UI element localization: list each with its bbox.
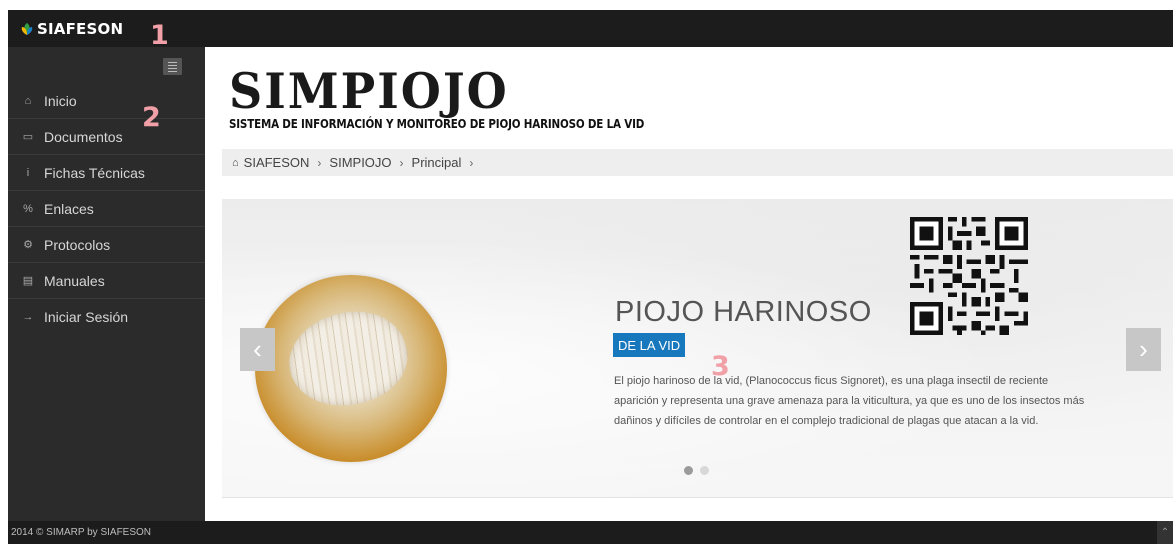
sidebar: ⌂ Inicio ▭ Documentos i Fichas Técnicas … [8, 47, 205, 521]
sidebar-item-enlaces[interactable]: % Enlaces [8, 191, 205, 227]
home-icon: ⌂ [232, 156, 239, 169]
sidebar-item-protocolos[interactable]: ⚙ Protocolos [8, 227, 205, 263]
sidebar-item-label: Iniciar Sesión [44, 309, 129, 325]
home-icon: ⌂ [24, 94, 32, 107]
carousel-dot-2[interactable] [700, 466, 709, 475]
breadcrumb-principal[interactable]: Principal [412, 155, 462, 170]
footer-copyright: 2014 © SIMARP by SIAFESON [11, 527, 152, 538]
sidebar-item-inicio[interactable]: ⌂ Inicio [8, 83, 205, 119]
menu-toggle-button[interactable] [163, 58, 182, 75]
sidebar-item-iniciar-sesion[interactable]: → Iniciar Sesión [8, 299, 205, 335]
info-icon: i [26, 166, 30, 179]
chevron-left-icon: ‹ [253, 334, 262, 364]
sidebar-item-label: Enlaces [44, 200, 94, 217]
annotation-marker-3: 3 [711, 351, 730, 382]
link-icon: % [23, 202, 33, 215]
slide-badge: DE LA VID [613, 333, 686, 357]
book-icon: ▤ [22, 275, 34, 287]
sidebar-item-manuales[interactable]: ▤ Manuales [8, 263, 205, 299]
sidebar-item-documentos[interactable]: ▭ Documentos [8, 119, 205, 155]
page: SIAFESON ⌂ Inicio ▭ Documentos i Fichas … [0, 0, 1173, 544]
sidebar-item-label: Inicio [44, 92, 77, 109]
breadcrumb-siafeson[interactable]: SIAFESON [244, 155, 310, 170]
sidebar-item-label: Manuales [44, 272, 105, 289]
sidebar-item-label: Fichas Técnicas [44, 164, 145, 181]
breadcrumb-separator-icon: › [469, 155, 474, 170]
carousel-dot-1[interactable] [684, 466, 693, 475]
top-bar: SIAFESON [8, 10, 1173, 47]
slide-title: PIOJO HARINOSO [615, 296, 872, 328]
carousel-indicators [684, 466, 709, 475]
annotation-marker-1: 1 [150, 20, 169, 51]
mealybug-image [277, 297, 419, 421]
sign-in-icon: → [22, 311, 34, 323]
gear-icon: ⚙ [23, 239, 33, 251]
carousel-prev-button[interactable]: ‹ [240, 328, 275, 371]
chevron-up-icon: ⌃ [1160, 527, 1170, 538]
breadcrumb: ⌂ SIAFESON › SIMPIOJO › Principal › [222, 149, 1173, 176]
breadcrumb-separator-icon: › [399, 155, 404, 170]
page-title: SIMPIOJO [229, 62, 509, 120]
scroll-top-button[interactable]: ⌃ [1157, 521, 1173, 544]
carousel: PIOJO HARINOSO DE LA VID El piojo harino… [222, 199, 1173, 498]
sidebar-item-label: Documentos [44, 128, 123, 145]
annotation-marker-2: 2 [142, 102, 161, 133]
folder-icon: ▭ [22, 131, 34, 143]
footer: 2014 © SIMARP by SIAFESON ⌃ [8, 521, 1173, 544]
brand-name: SIAFESON [37, 20, 124, 38]
sidebar-item-fichas-tecnicas[interactable]: i Fichas Técnicas [8, 155, 205, 191]
chevron-right-icon: › [1139, 334, 1148, 364]
leaf-logo-icon [21, 23, 33, 35]
breadcrumb-simpiojo[interactable]: SIMPIOJO [329, 155, 391, 170]
qr-code-icon [910, 217, 1028, 335]
carousel-next-button[interactable]: › [1126, 328, 1161, 371]
sidebar-nav: ⌂ Inicio ▭ Documentos i Fichas Técnicas … [8, 83, 205, 335]
page-header: SIMPIOJO SISTEMA DE INFORMACIÓN Y MONITO… [229, 62, 680, 131]
mealybug-photo [255, 275, 447, 462]
breadcrumb-separator-icon: › [317, 155, 322, 170]
slide-description: El piojo harinoso de la vid, (Planococcu… [614, 375, 1085, 427]
sidebar-item-label: Protocolos [44, 236, 111, 253]
page-subtitle: SISTEMA DE INFORMACIÓN Y MONITOREO DE PI… [229, 116, 645, 131]
brand-logo-link[interactable]: SIAFESON [20, 20, 123, 38]
